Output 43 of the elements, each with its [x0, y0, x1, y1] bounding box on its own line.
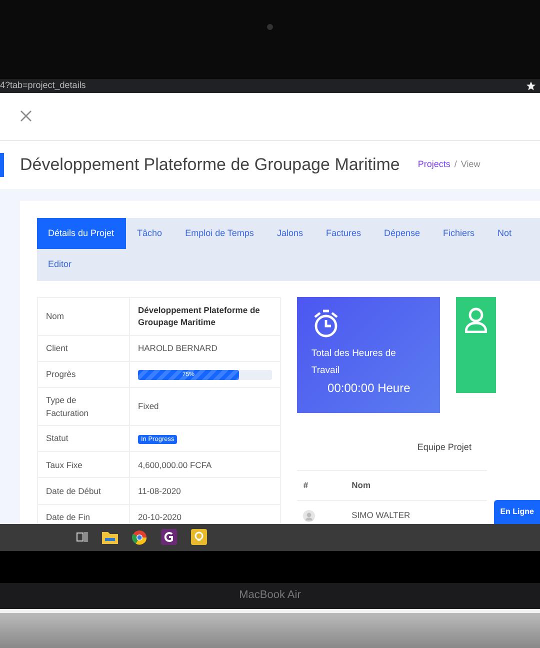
folder-icon[interactable] [102, 530, 118, 544]
project-name: Développement Plateforme de Groupage Maritime [130, 297, 281, 336]
field-label: Nom [38, 297, 130, 336]
tab[interactable]: Jalons [266, 218, 315, 250]
field-label: Taux Fixe [38, 452, 130, 478]
field-value: Fixed [130, 388, 281, 426]
chat-button[interactable]: En Ligne [494, 500, 540, 524]
column-header: # [297, 470, 346, 501]
browser-icon[interactable] [132, 530, 147, 545]
url-text[interactable]: 4?tab=project_details [0, 79, 86, 93]
breadcrumb-link[interactable]: Projects [418, 159, 450, 170]
column-header: Nom [346, 470, 488, 501]
tab[interactable]: Factures [314, 218, 373, 250]
field-label: Progrès [38, 362, 130, 388]
team-title: Equipe Projet [417, 440, 472, 454]
field-label: Statut [38, 426, 130, 452]
tab[interactable]: Editor [37, 249, 84, 281]
tab[interactable]: Not [486, 218, 524, 250]
field-value: 4,600,000.00 FCFA [130, 452, 281, 478]
tab[interactable]: Dépense [372, 218, 432, 250]
card-title: Total des Heures de Travail [311, 346, 397, 378]
breadcrumb-current: View [460, 159, 480, 170]
hours-value: 00:00:00 Heure [326, 380, 412, 397]
field-label: Date de Début [38, 478, 130, 504]
page-title: Développement Plateforme de Groupage Maritime [20, 154, 400, 175]
field-label: Client [38, 335, 130, 362]
field-label: Type de Facturation [38, 388, 130, 426]
avatar-icon [303, 510, 316, 522]
app-icon[interactable] [161, 529, 177, 546]
tab[interactable]: Fichiers [432, 218, 487, 250]
task-view-icon[interactable] [76, 531, 88, 544]
field-value: HAROLD BERNARD [130, 335, 281, 362]
laptop-label: MacBook Air [239, 588, 301, 604]
camera-icon [267, 24, 273, 30]
breadcrumb-separator: / [454, 159, 457, 170]
tab[interactable]: Tâcho [126, 218, 174, 250]
lightbulb-icon[interactable] [191, 529, 207, 546]
tab[interactable]: Détails du Projet [37, 218, 126, 250]
field-value: 11-08-2020 [130, 478, 281, 504]
close-icon[interactable] [20, 110, 32, 122]
person-icon [465, 306, 488, 333]
star-icon[interactable] [526, 81, 536, 92]
tab[interactable]: Emploi de Temps [174, 218, 266, 250]
